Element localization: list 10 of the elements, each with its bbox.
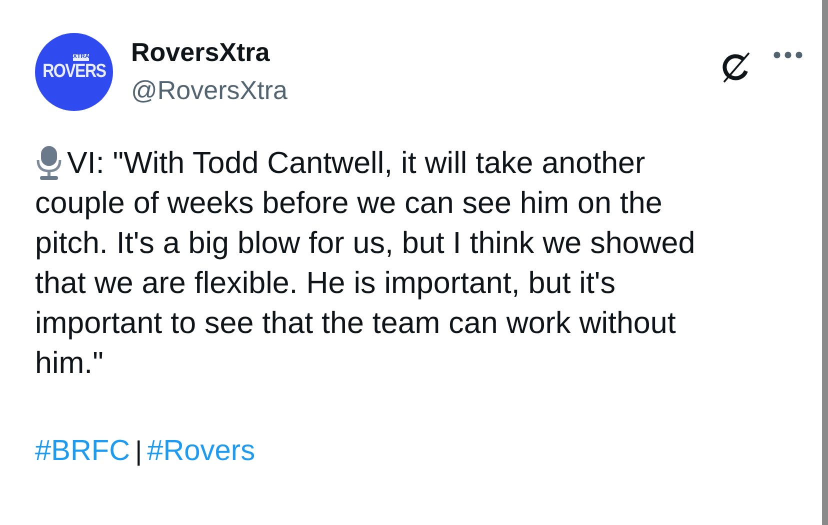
author-handle[interactable]: @RoversXtra [131,73,288,107]
hashtag-link[interactable]: #Rovers [147,435,256,468]
microphone-icon [35,145,63,181]
more-icon[interactable] [773,51,803,59]
hashtag-link[interactable]: #BRFC [35,435,130,468]
separator-text: | [135,436,142,467]
post-text: couple of weeks before we can see him on the pitch. It's a big blow for us, but I think we showed that we are flexible. He is important, but it's important to see that the team can work without him." [35,185,696,382]
logo-text: ROVERS [42,61,106,83]
author-name[interactable]: RoversXtra [131,35,288,69]
post-text: VI: "With Todd Cantwell, it will take another [67,145,646,182]
